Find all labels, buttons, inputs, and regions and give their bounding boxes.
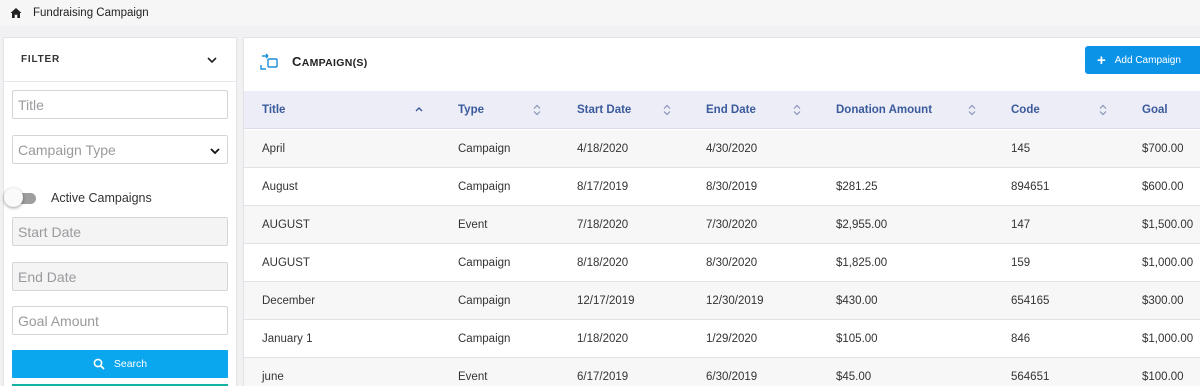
table-row[interactable]: January 1 Campaign 1/18/2020 1/29/2020 $…	[244, 320, 1200, 358]
cell-start-date: 6/17/2019	[577, 371, 629, 383]
cell-type: Campaign	[458, 143, 511, 155]
cell-title: August	[262, 181, 298, 193]
active-campaigns-label: Active Campaigns	[51, 191, 152, 205]
cell-title: june	[262, 371, 284, 383]
cell-code: 894651	[1011, 181, 1050, 193]
cell-goal: $1,500.00	[1142, 219, 1194, 231]
campaign-type-value: Campaign Type	[18, 141, 116, 158]
breadcrumb: Fundraising Campaign	[0, 0, 1200, 26]
cell-start-date: 8/17/2019	[577, 181, 629, 193]
cell-type: Campaign	[458, 333, 511, 345]
cell-donation-amount: $430.00	[836, 295, 878, 307]
end-date-input[interactable]: End Date	[12, 262, 228, 291]
cell-donation-amount: $105.00	[836, 333, 878, 345]
campaign-type-select[interactable]: Campaign Type	[12, 135, 228, 164]
sort-icon[interactable]	[792, 104, 802, 116]
cell-end-date: 1/29/2020	[706, 333, 758, 345]
active-campaigns-toggle[interactable]	[4, 188, 40, 207]
cell-start-date: 7/18/2020	[577, 219, 629, 231]
sort-icon[interactable]	[532, 104, 542, 116]
column-header-title[interactable]: Title	[262, 91, 285, 129]
cell-type: Campaign	[458, 181, 511, 193]
cell-end-date: 4/30/2020	[706, 143, 758, 155]
cell-start-date: 12/17/2019	[577, 295, 635, 307]
cell-title: December	[262, 295, 316, 307]
filter-title: FILTER	[21, 54, 61, 65]
table-header: Title Type Start Date End Date Donation …	[244, 91, 1200, 129]
cell-end-date: 6/30/2019	[706, 371, 758, 383]
cell-donation-amount: $45.00	[836, 371, 872, 383]
breadcrumb-page[interactable]: Fundraising Campaign	[33, 7, 149, 19]
cell-goal: $1,000.00	[1142, 333, 1194, 345]
cell-goal: $600.00	[1142, 181, 1184, 193]
table-row[interactable]: April Campaign 4/18/2020 4/30/2020 145 $…	[244, 130, 1200, 168]
table-row[interactable]: August Campaign 8/17/2019 8/30/2019 $281…	[244, 168, 1200, 206]
cell-start-date: 4/18/2020	[577, 143, 629, 155]
cell-type: Campaign	[458, 257, 511, 269]
table-row[interactable]: AUGUST Campaign 8/18/2020 8/30/2020 $1,8…	[244, 244, 1200, 282]
cell-donation-amount: $2,955.00	[836, 219, 888, 231]
title-input[interactable]: Title	[12, 90, 228, 119]
cell-goal: $700.00	[1142, 143, 1184, 155]
search-button-label: Search	[113, 358, 148, 370]
cell-goal: $100.00	[1142, 371, 1184, 383]
title-initial: C	[292, 54, 302, 69]
search-icon	[93, 358, 105, 370]
cell-title: April	[262, 143, 286, 155]
cell-end-date: 8/30/2020	[706, 257, 758, 269]
column-header-donation-amount[interactable]: Donation Amount	[836, 91, 932, 129]
start-date-input[interactable]: Start Date	[12, 217, 228, 246]
cell-type: Campaign	[458, 295, 511, 307]
chevron-down-icon[interactable]	[206, 54, 218, 66]
cell-goal: $1,000.00	[1142, 257, 1194, 269]
cell-title: January 1	[262, 333, 313, 345]
campaigns-header: CAMPAIGN(S) + Add Campaign	[244, 38, 1200, 91]
column-header-start-date[interactable]: Start Date	[577, 91, 631, 129]
sort-icon[interactable]	[967, 104, 977, 116]
campaign-icon	[260, 53, 278, 70]
cell-end-date: 7/30/2020	[706, 219, 758, 231]
title-rest: AMPAIGN(S)	[301, 57, 368, 69]
active-campaigns-row: Active Campaigns	[4, 188, 152, 208]
search-button[interactable]: Search	[12, 350, 228, 378]
cell-code: 564651	[1011, 371, 1050, 383]
cell-end-date: 12/30/2019	[706, 295, 764, 307]
sort-asc-icon[interactable]	[414, 104, 424, 116]
add-campaign-label: Add Campaign	[1114, 54, 1181, 66]
cell-goal: $300.00	[1142, 295, 1184, 307]
add-campaign-button[interactable]: + Add Campaign	[1085, 46, 1200, 74]
cell-title: AUGUST	[262, 219, 310, 231]
column-header-type[interactable]: Type	[458, 91, 484, 129]
cell-type: Event	[458, 371, 488, 383]
cell-title: AUGUST	[262, 257, 310, 269]
cell-code: 159	[1011, 257, 1031, 269]
column-header-code[interactable]: Code	[1011, 91, 1040, 129]
goal-amount-input[interactable]: Goal Amount	[12, 306, 228, 335]
campaigns-panel: CAMPAIGN(S) + Add Campaign Title Type St…	[243, 37, 1200, 386]
home-icon[interactable]	[10, 7, 22, 19]
cell-donation-amount: $1,825.00	[836, 257, 888, 269]
cell-type: Event	[458, 219, 488, 231]
cell-donation-amount: $281.25	[836, 181, 878, 193]
filter-header[interactable]: FILTER	[4, 38, 236, 82]
sort-icon[interactable]	[662, 104, 672, 116]
chevron-down-icon	[210, 148, 220, 155]
table-row[interactable]: December Campaign 12/17/2019 12/30/2019 …	[244, 282, 1200, 320]
filter-panel: FILTER Title Campaign Type Active Campai…	[3, 37, 237, 386]
sort-icon[interactable]	[1098, 104, 1108, 116]
cell-code: 145	[1011, 143, 1031, 155]
column-header-goal[interactable]: Goal	[1142, 91, 1168, 129]
page-title: CAMPAIGN(S)	[292, 54, 368, 69]
column-header-end-date[interactable]: End Date	[706, 91, 756, 129]
table-row[interactable]: AUGUST Event 7/18/2020 7/30/2020 $2,955.…	[244, 206, 1200, 244]
cell-code: 654165	[1011, 295, 1050, 307]
cell-end-date: 8/30/2019	[706, 181, 758, 193]
plus-icon: +	[1097, 51, 1106, 69]
cell-code: 147	[1011, 219, 1031, 231]
table-row[interactable]: june Event 6/17/2019 6/30/2019 $45.00 56…	[244, 358, 1200, 386]
cell-start-date: 1/18/2020	[577, 333, 629, 345]
cell-code: 846	[1011, 333, 1031, 345]
cell-start-date: 8/18/2020	[577, 257, 629, 269]
